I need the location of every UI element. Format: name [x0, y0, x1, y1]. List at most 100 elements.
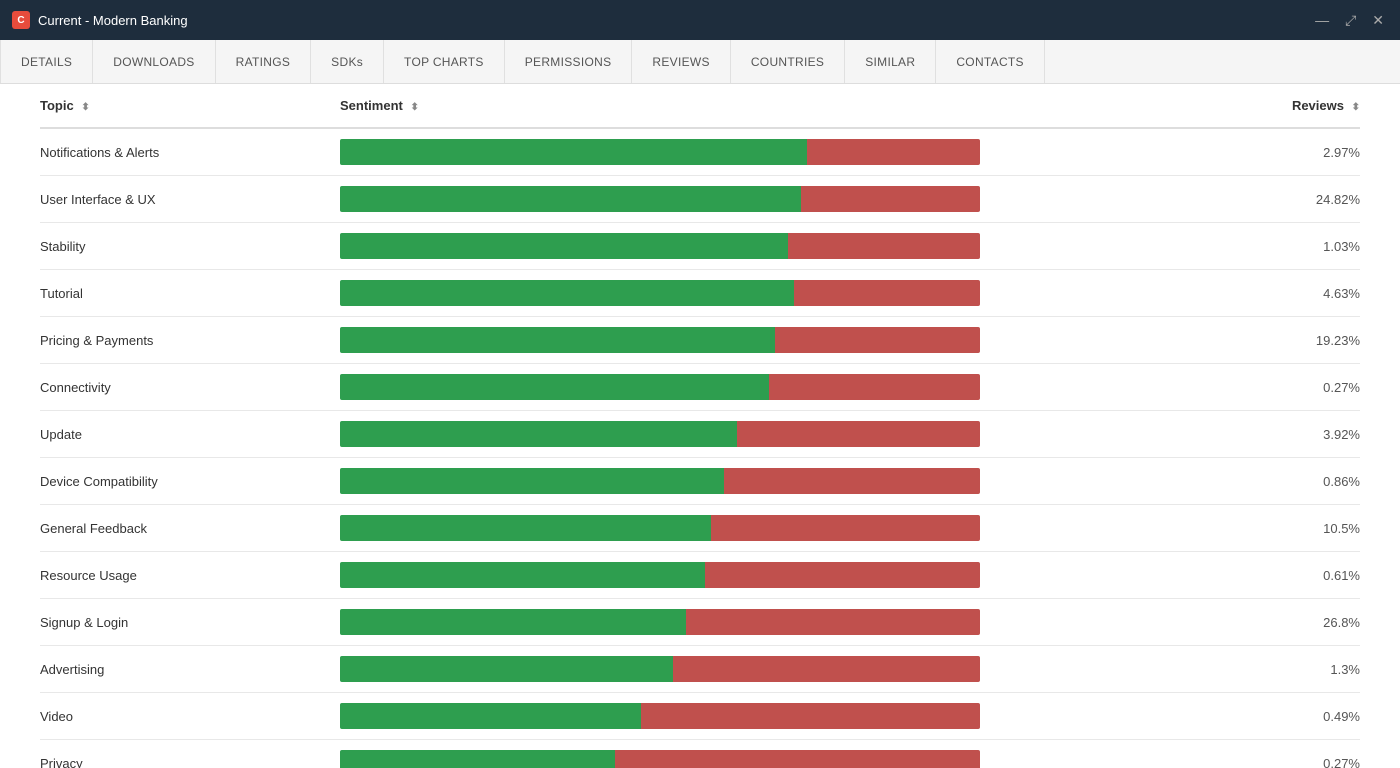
negative-bar — [801, 186, 980, 212]
negative-bar — [673, 656, 980, 682]
nav-item-top-charts[interactable]: TOP CHARTS — [384, 40, 505, 83]
sentiment-bar — [340, 468, 980, 494]
topic-cell: Connectivity — [40, 364, 340, 411]
sentiment-cell — [340, 411, 1280, 458]
positive-bar — [340, 374, 769, 400]
topic-cell: General Feedback — [40, 505, 340, 552]
topic-cell: User Interface & UX — [40, 176, 340, 223]
topic-cell: Video — [40, 693, 340, 740]
maximize-button[interactable]: ⤢ — [1341, 10, 1360, 31]
sentiment-bar — [340, 327, 980, 353]
sentiment-cell — [340, 270, 1280, 317]
reviews-cell: 10.5% — [1280, 505, 1360, 552]
sentiment-cell — [340, 599, 1280, 646]
positive-bar — [340, 186, 801, 212]
reviews-sort-icon[interactable]: ⬍ — [1352, 102, 1360, 113]
sentiment-cell — [340, 740, 1280, 768]
sentiment-sort-icon[interactable]: ⬍ — [410, 102, 418, 113]
reviews-cell: 19.23% — [1280, 317, 1360, 364]
positive-bar — [340, 280, 794, 306]
table-row: Device Compatibility0.86% — [40, 458, 1360, 505]
sentiment-bar — [340, 515, 980, 541]
nav-item-downloads[interactable]: DOWNLOADS — [93, 40, 215, 83]
sentiment-cell — [340, 693, 1280, 740]
topic-cell: Notifications & Alerts — [40, 128, 340, 176]
table-row: Stability1.03% — [40, 223, 1360, 270]
table-row: Pricing & Payments19.23% — [40, 317, 1360, 364]
topic-cell: Resource Usage — [40, 552, 340, 599]
negative-bar — [615, 750, 980, 768]
positive-bar — [340, 609, 686, 635]
nav-item-countries[interactable]: COUNTRIES — [731, 40, 845, 83]
sentiment-cell — [340, 176, 1280, 223]
table-row: User Interface & UX 24.82% — [40, 176, 1360, 223]
sentiment-bar — [340, 280, 980, 306]
main-content: Topic ⬍ Sentiment ⬍ Reviews ⬍ Notificati… — [0, 84, 1400, 768]
topic-cell: Tutorial — [40, 270, 340, 317]
minimize-button[interactable]: — — [1311, 10, 1333, 31]
col-header-sentiment[interactable]: Sentiment ⬍ — [340, 84, 1280, 128]
negative-bar — [769, 374, 980, 400]
reviews-cell: 3.92% — [1280, 411, 1360, 458]
window-title: Current - Modern Banking — [38, 13, 188, 28]
nav-item-ratings[interactable]: RATINGS — [216, 40, 312, 83]
topic-cell: Stability — [40, 223, 340, 270]
negative-bar — [705, 562, 980, 588]
nav-item-contacts[interactable]: CONTACTS — [936, 40, 1045, 83]
positive-bar — [340, 656, 673, 682]
positive-bar — [340, 233, 788, 259]
reviews-cell: 24.82% — [1280, 176, 1360, 223]
nav-item-reviews[interactable]: REVIEWS — [632, 40, 730, 83]
positive-bar — [340, 468, 724, 494]
negative-bar — [711, 515, 980, 541]
negative-bar — [775, 327, 980, 353]
table-row: Resource Usage0.61% — [40, 552, 1360, 599]
nav-item-permissions[interactable]: PERMISSIONS — [505, 40, 633, 83]
topic-cell: Advertising — [40, 646, 340, 693]
table-row: General Feedback 10.5% — [40, 505, 1360, 552]
topic-cell: Signup & Login — [40, 599, 340, 646]
sentiment-cell — [340, 458, 1280, 505]
nav-item-similar[interactable]: SIMILAR — [845, 40, 936, 83]
negative-bar — [724, 468, 980, 494]
sentiment-cell — [340, 128, 1280, 176]
nav-item-sdks[interactable]: SDKs — [311, 40, 384, 83]
sentiment-bar — [340, 750, 980, 768]
positive-bar — [340, 750, 615, 768]
table-row: Tutorial4.63% — [40, 270, 1360, 317]
sentiment-cell — [340, 646, 1280, 693]
sentiment-cell — [340, 552, 1280, 599]
negative-bar — [641, 703, 980, 729]
table-row: Connectivity 0.27% — [40, 364, 1360, 411]
negative-bar — [794, 280, 980, 306]
table-row: Privacy0.27% — [40, 740, 1360, 768]
reviews-cell: 0.49% — [1280, 693, 1360, 740]
title-bar: C Current - Modern Banking — ⤢ ✕ — [0, 0, 1400, 40]
sentiment-cell — [340, 317, 1280, 364]
window-controls: — ⤢ ✕ — [1311, 10, 1388, 31]
sentiment-bar — [340, 233, 980, 259]
sentiment-bar — [340, 374, 980, 400]
sentiment-bar — [340, 139, 980, 165]
sentiment-cell — [340, 364, 1280, 411]
reviews-cell: 0.27% — [1280, 740, 1360, 768]
col-header-reviews[interactable]: Reviews ⬍ — [1280, 84, 1360, 128]
nav-item-details[interactable]: DETAILS — [0, 40, 93, 83]
sentiment-bar — [340, 703, 980, 729]
positive-bar — [340, 139, 807, 165]
sentiment-cell — [340, 223, 1280, 270]
close-button[interactable]: ✕ — [1368, 10, 1388, 31]
topics-table: Topic ⬍ Sentiment ⬍ Reviews ⬍ Notificati… — [40, 84, 1360, 768]
table-row: Notifications & Alerts2.97% — [40, 128, 1360, 176]
table-row: Advertising 1.3% — [40, 646, 1360, 693]
negative-bar — [686, 609, 980, 635]
sentiment-bar — [340, 186, 980, 212]
col-header-topic[interactable]: Topic ⬍ — [40, 84, 340, 128]
positive-bar — [340, 327, 775, 353]
positive-bar — [340, 562, 705, 588]
negative-bar — [807, 139, 980, 165]
table-row: Update3.92% — [40, 411, 1360, 458]
reviews-cell: 1.3% — [1280, 646, 1360, 693]
reviews-cell: 0.27% — [1280, 364, 1360, 411]
topic-sort-icon[interactable]: ⬍ — [81, 102, 89, 113]
